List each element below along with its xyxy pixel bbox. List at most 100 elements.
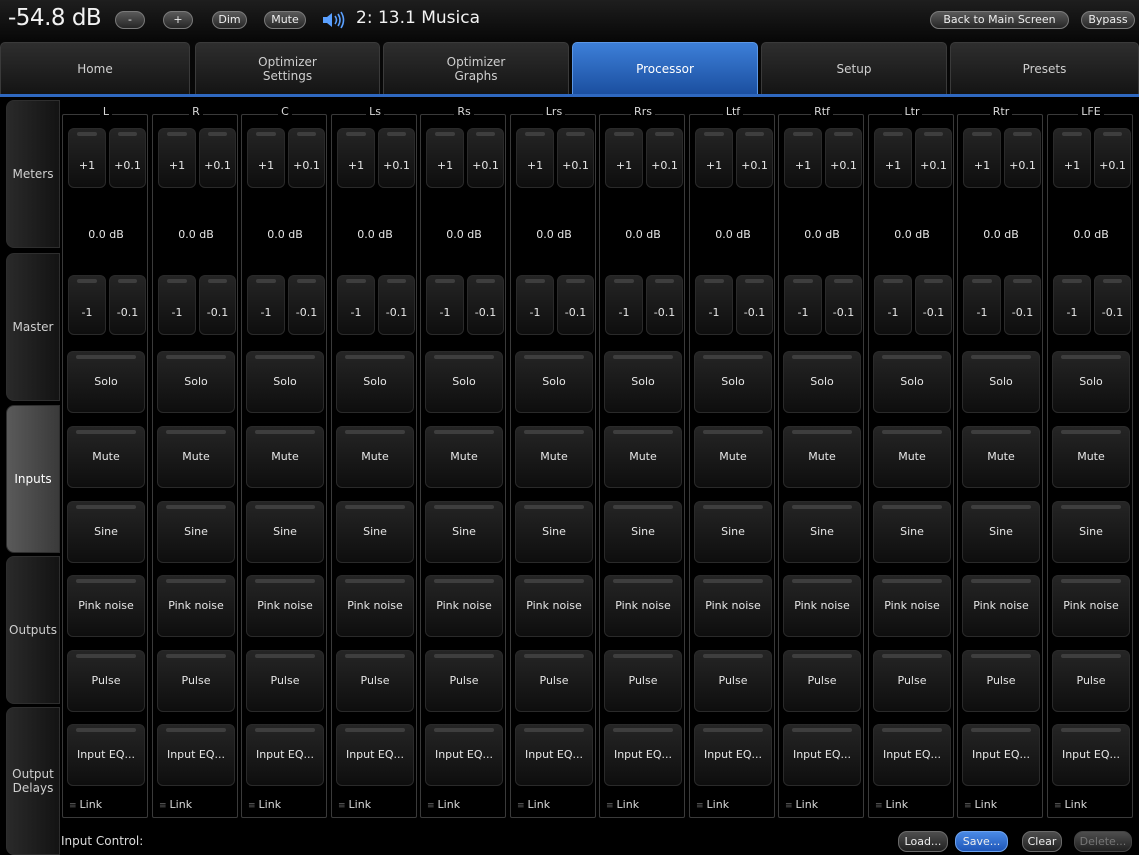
minus-1-button[interactable]: -1: [1053, 275, 1091, 335]
pink-noise-button[interactable]: Pink noise: [336, 575, 414, 637]
mute-button-channel[interactable]: Mute: [157, 426, 235, 488]
pink-noise-button[interactable]: Pink noise: [246, 575, 324, 637]
minus-0-1-button[interactable]: -0.1: [109, 275, 146, 335]
pink-noise-button[interactable]: Pink noise: [873, 575, 951, 637]
plus-1-button[interactable]: +1: [426, 128, 464, 188]
sidebar-item-inputs[interactable]: Inputs: [6, 405, 60, 553]
pink-noise-button[interactable]: Pink noise: [694, 575, 772, 637]
plus-1-button[interactable]: +1: [516, 128, 554, 188]
solo-button[interactable]: Solo: [783, 351, 861, 413]
link-toggle[interactable]: ≡ Link: [964, 798, 997, 811]
link-toggle[interactable]: ≡ Link: [338, 798, 371, 811]
plus-0-1-button[interactable]: +0.1: [109, 128, 146, 188]
sine-button[interactable]: Sine: [157, 501, 235, 563]
plus-0-1-button[interactable]: +0.1: [825, 128, 862, 188]
minus-1-button[interactable]: -1: [68, 275, 106, 335]
sine-button[interactable]: Sine: [336, 501, 414, 563]
mute-button-channel[interactable]: Mute: [425, 426, 503, 488]
dim-button[interactable]: Dim: [212, 11, 247, 29]
pink-noise-button[interactable]: Pink noise: [515, 575, 593, 637]
solo-button[interactable]: Solo: [425, 351, 503, 413]
mute-button-channel[interactable]: Mute: [1052, 426, 1130, 488]
sine-button[interactable]: Sine: [694, 501, 772, 563]
input-eq-button[interactable]: Input EQ...: [694, 724, 772, 786]
pink-noise-button[interactable]: Pink noise: [604, 575, 682, 637]
input-eq-button[interactable]: Input EQ...: [1052, 724, 1130, 786]
sidebar-item-outputs[interactable]: Outputs: [6, 556, 60, 704]
save-button[interactable]: Save...: [955, 831, 1008, 852]
sine-button[interactable]: Sine: [604, 501, 682, 563]
minus-0-1-button[interactable]: -0.1: [1004, 275, 1041, 335]
sine-button[interactable]: Sine: [962, 501, 1040, 563]
minus-0-1-button[interactable]: -0.1: [288, 275, 325, 335]
link-toggle[interactable]: ≡ Link: [248, 798, 281, 811]
pink-noise-button[interactable]: Pink noise: [783, 575, 861, 637]
sine-button[interactable]: Sine: [873, 501, 951, 563]
minus-1-button[interactable]: -1: [695, 275, 733, 335]
solo-button[interactable]: Solo: [604, 351, 682, 413]
mute-button-channel[interactable]: Mute: [67, 426, 145, 488]
bypass-button[interactable]: Bypass: [1081, 11, 1135, 29]
sine-button[interactable]: Sine: [1052, 501, 1130, 563]
minus-0-1-button[interactable]: -0.1: [557, 275, 594, 335]
pulse-button[interactable]: Pulse: [246, 650, 324, 712]
plus-0-1-button[interactable]: +0.1: [1004, 128, 1041, 188]
plus-1-button[interactable]: +1: [68, 128, 106, 188]
link-toggle[interactable]: ≡ Link: [69, 798, 102, 811]
input-eq-button[interactable]: Input EQ...: [873, 724, 951, 786]
minus-0-1-button[interactable]: -0.1: [467, 275, 504, 335]
sidebar-item-master[interactable]: Master: [6, 253, 60, 401]
solo-button[interactable]: Solo: [515, 351, 593, 413]
pulse-button[interactable]: Pulse: [515, 650, 593, 712]
plus-0-1-button[interactable]: +0.1: [646, 128, 683, 188]
sidebar-item-output-delays[interactable]: Output Delays: [6, 707, 60, 855]
minus-1-button[interactable]: -1: [605, 275, 643, 335]
mute-button-channel[interactable]: Mute: [783, 426, 861, 488]
plus-1-button[interactable]: +1: [247, 128, 285, 188]
tab-home[interactable]: Home: [0, 42, 190, 94]
solo-button[interactable]: Solo: [694, 351, 772, 413]
plus-1-button[interactable]: +1: [337, 128, 375, 188]
minus-1-button[interactable]: -1: [516, 275, 554, 335]
minus-0-1-button[interactable]: -0.1: [915, 275, 952, 335]
pulse-button[interactable]: Pulse: [157, 650, 235, 712]
minus-1-button[interactable]: -1: [158, 275, 196, 335]
clear-button[interactable]: Clear: [1022, 831, 1062, 852]
link-toggle[interactable]: ≡ Link: [606, 798, 639, 811]
volume-up-button[interactable]: +: [163, 11, 193, 29]
mute-button[interactable]: Mute: [264, 11, 306, 29]
input-eq-button[interactable]: Input EQ...: [604, 724, 682, 786]
mute-button-channel[interactable]: Mute: [246, 426, 324, 488]
plus-0-1-button[interactable]: +0.1: [467, 128, 504, 188]
plus-0-1-button[interactable]: +0.1: [557, 128, 594, 188]
minus-0-1-button[interactable]: -0.1: [1094, 275, 1131, 335]
tab-setup[interactable]: Setup: [761, 42, 947, 94]
back-to-main-button[interactable]: Back to Main Screen: [930, 11, 1069, 29]
tab-optimizer-settings[interactable]: Optimizer Settings: [195, 42, 380, 94]
minus-0-1-button[interactable]: -0.1: [825, 275, 862, 335]
link-toggle[interactable]: ≡ Link: [1054, 798, 1087, 811]
sidebar-item-meters[interactable]: Meters: [6, 100, 60, 248]
pulse-button[interactable]: Pulse: [783, 650, 861, 712]
solo-button[interactable]: Solo: [246, 351, 324, 413]
minus-0-1-button[interactable]: -0.1: [736, 275, 773, 335]
minus-1-button[interactable]: -1: [874, 275, 912, 335]
plus-1-button[interactable]: +1: [158, 128, 196, 188]
solo-button[interactable]: Solo: [336, 351, 414, 413]
minus-1-button[interactable]: -1: [963, 275, 1001, 335]
link-toggle[interactable]: ≡ Link: [427, 798, 460, 811]
delete-button[interactable]: Delete...: [1074, 831, 1132, 852]
solo-button[interactable]: Solo: [1052, 351, 1130, 413]
link-toggle[interactable]: ≡ Link: [159, 798, 192, 811]
link-toggle[interactable]: ≡ Link: [517, 798, 550, 811]
input-eq-button[interactable]: Input EQ...: [515, 724, 593, 786]
sine-button[interactable]: Sine: [425, 501, 503, 563]
minus-1-button[interactable]: -1: [784, 275, 822, 335]
plus-0-1-button[interactable]: +0.1: [915, 128, 952, 188]
plus-0-1-button[interactable]: +0.1: [1094, 128, 1131, 188]
pink-noise-button[interactable]: Pink noise: [67, 575, 145, 637]
mute-button-channel[interactable]: Mute: [336, 426, 414, 488]
minus-0-1-button[interactable]: -0.1: [646, 275, 683, 335]
plus-1-button[interactable]: +1: [784, 128, 822, 188]
input-eq-button[interactable]: Input EQ...: [425, 724, 503, 786]
